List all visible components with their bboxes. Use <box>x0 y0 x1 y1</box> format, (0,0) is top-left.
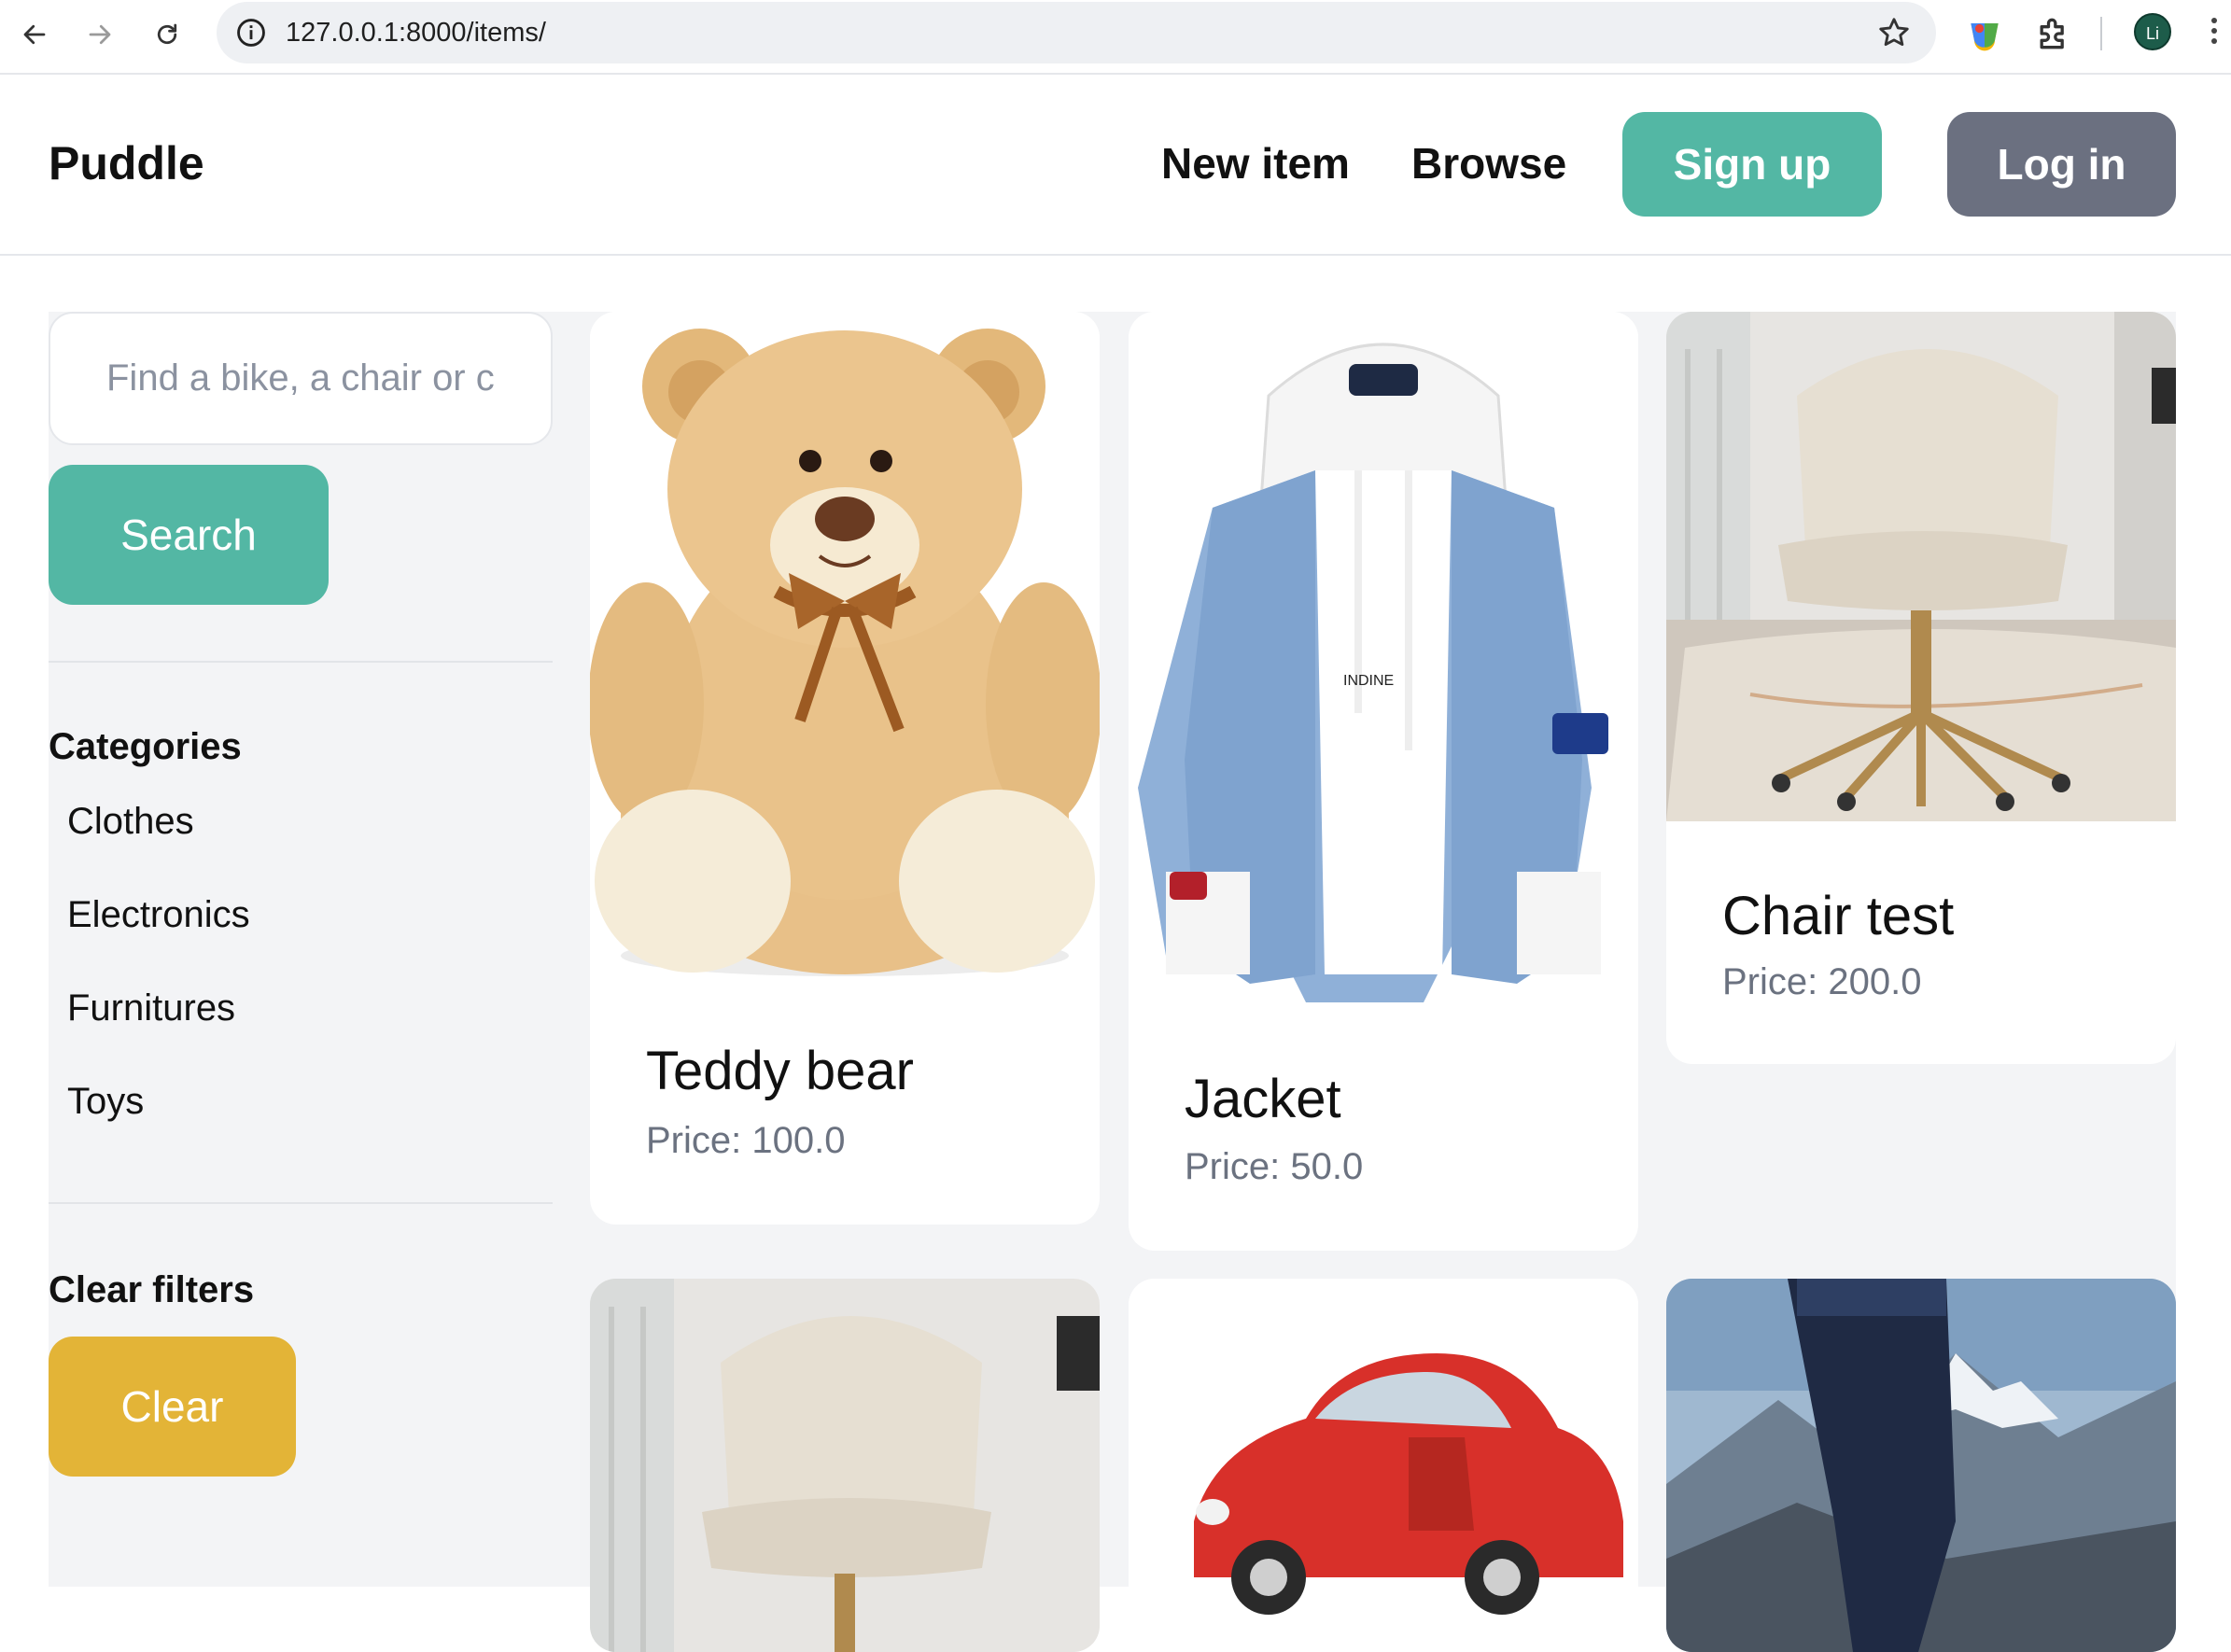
item-price: Price: 200.0 <box>1722 961 1922 1002</box>
site-logo[interactable]: Puddle <box>49 136 204 190</box>
item-title[interactable]: Jacket <box>1185 1068 1341 1130</box>
office-chair-image[interactable] <box>590 1279 1100 1652</box>
search-button[interactable]: Search <box>49 465 329 605</box>
sidebar-divider <box>49 661 553 663</box>
search-input[interactable]: Find a bike, a chair or c <box>49 312 553 445</box>
item-card[interactable]: Teddy bear Price: 100.0 <box>590 312 1100 1225</box>
sidebar-divider <box>49 1202 553 1204</box>
item-card[interactable] <box>1129 1279 1638 1652</box>
denim-jacket-image[interactable]: INDINE <box>1129 312 1638 1014</box>
svg-text:INDINE: INDINE <box>1343 673 1394 689</box>
nav-new-item[interactable]: New item <box>1161 138 1350 189</box>
item-card[interactable] <box>1666 1279 2176 1652</box>
nav-browse[interactable]: Browse <box>1411 138 1566 189</box>
categories-heading: Categories <box>49 726 242 767</box>
category-electronics[interactable]: Electronics <box>67 894 250 936</box>
arrow-right-icon <box>89 24 111 45</box>
item-title[interactable]: Chair test <box>1722 885 1954 947</box>
category-furnitures[interactable]: Furnitures <box>67 987 235 1029</box>
category-toys[interactable]: Toys <box>67 1081 144 1123</box>
back-button[interactable] <box>13 13 56 56</box>
login-button[interactable]: Log in <box>1947 112 2176 217</box>
toolbar-separator <box>2100 17 2102 50</box>
item-card[interactable]: Chair test Price: 200.0 <box>1666 312 2176 1064</box>
item-card[interactable]: INDINE Jacket Price: 50.0 <box>1129 312 1638 1251</box>
item-title[interactable]: Teddy bear <box>646 1040 914 1102</box>
item-price: Price: 50.0 <box>1185 1146 1364 1187</box>
teddy-bear-image[interactable] <box>590 312 1100 980</box>
signup-button[interactable]: Sign up <box>1622 112 1882 217</box>
address-bar[interactable]: 127.0.0.1:8000/items/ <box>217 2 1936 63</box>
forward-button[interactable] <box>78 13 121 56</box>
url-text[interactable]: 127.0.0.1:8000/items/ <box>286 2 546 63</box>
browser-toolbar: 127.0.0.1:8000/items/ Li <box>0 0 2231 75</box>
site-header: Puddle New item Browse Sign up Log in <box>0 77 2231 256</box>
clear-button[interactable]: Clear <box>49 1337 296 1477</box>
office-chair-image[interactable] <box>1666 312 2176 821</box>
arrow-left-icon <box>23 24 46 45</box>
item-card[interactable] <box>590 1279 1100 1652</box>
site-info-icon[interactable] <box>235 17 267 49</box>
category-clothes[interactable]: Clothes <box>67 801 194 843</box>
item-price: Price: 100.0 <box>646 1120 846 1161</box>
extensions-puzzle-icon[interactable] <box>2033 13 2074 54</box>
extension-colorful-icon[interactable] <box>1964 13 2005 54</box>
browser-menu-icon[interactable] <box>2209 15 2220 50</box>
reload-button[interactable] <box>146 13 189 56</box>
hiker-mountains-image[interactable] <box>1666 1279 2176 1652</box>
red-toy-car-image[interactable] <box>1129 1279 1638 1652</box>
bookmark-star-icon[interactable] <box>1876 15 1912 50</box>
profile-avatar[interactable]: Li <box>2134 13 2171 50</box>
clear-filters-heading: Clear filters <box>49 1269 255 1310</box>
reload-icon <box>157 23 177 45</box>
